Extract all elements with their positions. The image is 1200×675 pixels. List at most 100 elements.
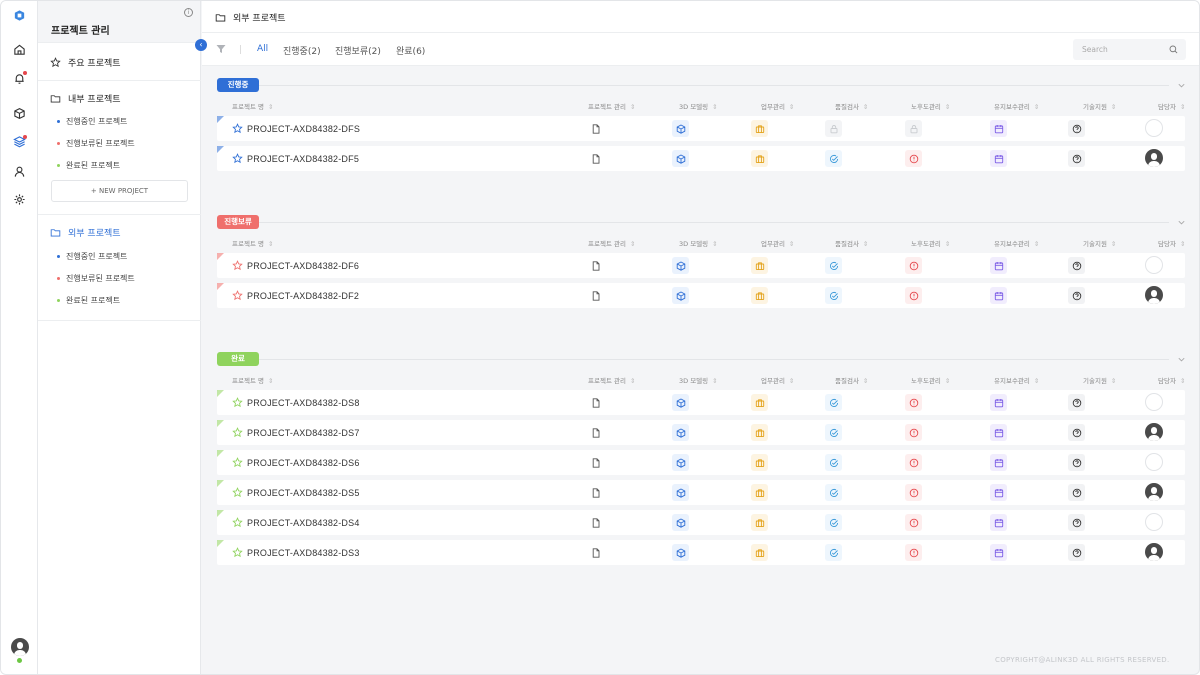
aging-management-cell[interactable] [905,424,922,441]
sort-icon[interactable]: ⇕ [945,377,950,385]
task-management-cell[interactable] [751,257,768,274]
sort-icon[interactable]: ⇕ [1180,103,1185,111]
tech-support-cell[interactable] [1068,544,1085,561]
quality-inspection-cell[interactable] [825,120,842,137]
aging-management-cell[interactable] [905,120,922,137]
tech-support-cell[interactable] [1068,287,1085,304]
tab-in-progress[interactable]: 진행중(2) [283,44,321,57]
column-header[interactable]: 기술지원 ⇕ [1083,375,1116,385]
project-management-cell[interactable] [587,514,604,531]
chevron-down-icon[interactable] [1177,218,1186,227]
column-header[interactable]: 담당자 ⇕ [1158,375,1185,385]
sidebar-subitem-external-hold[interactable]: 진행보류된 프로젝트 [57,272,135,284]
maintenance-cell[interactable] [990,544,1007,561]
project-name[interactable]: PROJECT-AXD84382-DS5 [247,488,360,498]
project-name[interactable]: PROJECT-AXD84382-DFS [247,124,360,134]
maintenance-cell[interactable] [990,514,1007,531]
project-management-cell[interactable] [587,287,604,304]
star-icon[interactable] [232,123,243,134]
sidebar-item-favorites[interactable]: 주요 프로젝트 [50,55,121,69]
quality-inspection-cell[interactable] [825,394,842,411]
sort-icon[interactable]: ⇕ [268,103,273,111]
project-name[interactable]: PROJECT-AXD84382-DS8 [247,398,360,408]
table-row[interactable]: PROJECT-AXD84382-DS7 [217,420,1185,445]
3d-modeling-cell[interactable] [672,514,689,531]
aging-management-cell[interactable] [905,287,922,304]
maintenance-cell[interactable] [990,120,1007,137]
column-header[interactable]: 업무관리 ⇕ [761,101,794,111]
tech-support-cell[interactable] [1068,514,1085,531]
column-header[interactable]: 프로젝트 관리 ⇕ [588,375,635,385]
3d-modeling-cell[interactable] [672,150,689,167]
column-header[interactable]: 노후도관리 ⇕ [911,238,950,248]
table-row[interactable]: PROJECT-AXD84382-DFS [217,116,1185,141]
assignee-avatar[interactable] [1145,119,1163,137]
app-logo-icon[interactable] [12,8,27,23]
tech-support-cell[interactable] [1068,424,1085,441]
sort-icon[interactable]: ⇕ [630,240,635,248]
chevron-down-icon[interactable] [1177,81,1186,90]
column-header[interactable]: 품질검사 ⇕ [835,375,868,385]
cube-icon[interactable] [12,106,27,121]
sort-icon[interactable]: ⇕ [863,103,868,111]
3d-modeling-cell[interactable] [672,287,689,304]
sort-icon[interactable]: ⇕ [1111,103,1116,111]
aging-management-cell[interactable] [905,514,922,531]
assignee-avatar[interactable] [1145,483,1163,501]
task-management-cell[interactable] [751,424,768,441]
column-header[interactable]: 프로젝트 명 ⇕ [232,375,273,385]
column-header[interactable]: 3D 모델링 ⇕ [679,101,718,111]
project-management-cell[interactable] [587,484,604,501]
3d-modeling-cell[interactable] [672,394,689,411]
project-name[interactable]: PROJECT-AXD84382-DF6 [247,261,359,271]
column-header[interactable]: 노후도관리 ⇕ [911,375,950,385]
maintenance-cell[interactable] [990,394,1007,411]
aging-management-cell[interactable] [905,544,922,561]
project-management-cell[interactable] [587,424,604,441]
sidebar-item-internal[interactable]: 내부 프로젝트 [50,91,121,105]
tab-on-hold[interactable]: 진행보류(2) [335,44,381,57]
maintenance-cell[interactable] [990,287,1007,304]
3d-modeling-cell[interactable] [672,544,689,561]
column-header[interactable]: 품질검사 ⇕ [835,101,868,111]
column-header[interactable]: 프로젝트 관리 ⇕ [588,238,635,248]
gear-icon[interactable] [12,192,27,207]
column-header[interactable]: 프로젝트 관리 ⇕ [588,101,635,111]
sort-icon[interactable]: ⇕ [1034,103,1039,111]
project-name[interactable]: PROJECT-AXD84382-DS7 [247,428,360,438]
column-header[interactable]: 3D 모델링 ⇕ [679,238,718,248]
quality-inspection-cell[interactable] [825,514,842,531]
aging-management-cell[interactable] [905,454,922,471]
sort-icon[interactable]: ⇕ [1111,377,1116,385]
task-management-cell[interactable] [751,120,768,137]
sort-icon[interactable]: ⇕ [1111,240,1116,248]
task-management-cell[interactable] [751,544,768,561]
quality-inspection-cell[interactable] [825,544,842,561]
tech-support-cell[interactable] [1068,257,1085,274]
maintenance-cell[interactable] [990,257,1007,274]
sidebar-subitem-internal-active[interactable]: 진행중인 프로젝트 [57,115,127,127]
project-management-cell[interactable] [587,120,604,137]
sidebar-subitem-external-active[interactable]: 진행중인 프로젝트 [57,250,127,262]
column-header[interactable]: 유지보수관리 ⇕ [994,375,1039,385]
project-management-cell[interactable] [587,150,604,167]
project-name[interactable]: PROJECT-AXD84382-DS6 [247,458,360,468]
star-icon[interactable] [232,290,243,301]
sort-icon[interactable]: ⇕ [1034,240,1039,248]
sort-icon[interactable]: ⇕ [1034,377,1039,385]
task-management-cell[interactable] [751,514,768,531]
sort-icon[interactable]: ⇕ [268,377,273,385]
3d-modeling-cell[interactable] [672,454,689,471]
tab-all[interactable]: All [257,44,268,54]
column-header[interactable]: 프로젝트 명 ⇕ [232,101,273,111]
star-icon[interactable] [232,153,243,164]
column-header[interactable]: 기술지원 ⇕ [1083,238,1116,248]
info-icon[interactable]: i [184,8,193,17]
project-name[interactable]: PROJECT-AXD84382-DF5 [247,154,359,164]
collapse-sidebar-button[interactable]: ‹ [195,39,207,51]
column-header[interactable]: 담당자 ⇕ [1158,238,1185,248]
sort-icon[interactable]: ⇕ [945,240,950,248]
filter-icon[interactable] [216,44,226,54]
column-header[interactable]: 품질검사 ⇕ [835,238,868,248]
project-name[interactable]: PROJECT-AXD84382-DF2 [247,291,359,301]
